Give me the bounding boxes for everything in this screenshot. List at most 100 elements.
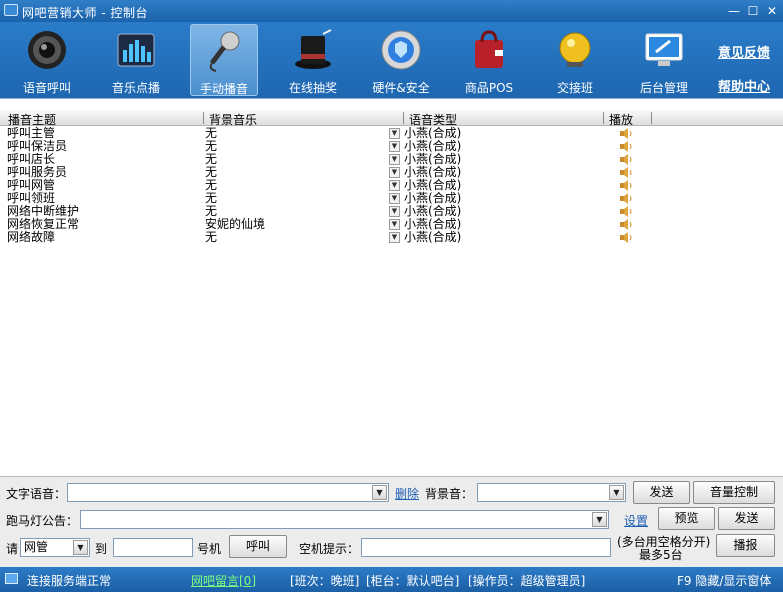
help-center-link[interactable]: 帮助中心 — [718, 76, 770, 95]
table-row[interactable]: 呼叫保洁员无 ▼ 小燕(合成) — [0, 140, 783, 153]
shield-icon — [381, 30, 421, 70]
role-select[interactable]: 网管 ▼ — [20, 538, 90, 557]
maximize-button[interactable]: ☐ — [745, 3, 761, 19]
column-divider[interactable] — [603, 112, 604, 124]
table-row[interactable]: 网络中断维护无 ▼ 小燕(合成) — [0, 205, 783, 218]
feedback-link[interactable]: 意见反馈 — [718, 42, 770, 61]
music-icon — [117, 33, 155, 67]
toolbar-goods-pos-label: 商品POS — [464, 81, 514, 95]
play-speaker-icon[interactable] — [620, 154, 634, 165]
marquee-input[interactable]: ▼ — [80, 510, 609, 529]
broadcast-button[interactable]: 播报 — [716, 534, 775, 557]
toolbar-online-lottery-label: 在线抽奖 — [288, 81, 337, 95]
column-divider[interactable] — [651, 112, 652, 124]
speaker-icon — [28, 31, 66, 69]
broadcast-table: 播音主题 背景音乐 语音类型 播放 呼叫主管无 ▼ 小燕(合成) 呼叫保洁员无 ▼ 小燕(… — [0, 98, 783, 476]
toolbar-voice-call-label: 语音呼叫 — [22, 81, 71, 95]
toolbar-hardware-security-label: 硬件&安全 — [372, 81, 430, 95]
table-row[interactable]: 呼叫店长无 ▼ 小燕(合成) — [0, 153, 783, 166]
chevron-down-icon[interactable]: ▼ — [609, 485, 624, 500]
play-speaker-icon[interactable] — [620, 206, 634, 217]
table-row[interactable]: 呼叫领班无 ▼ 小燕(合成) — [0, 192, 783, 205]
toolbar-admin-label: 后台管理 — [639, 81, 688, 95]
please-label: 请 — [6, 542, 19, 556]
voice-type-dropdown-icon[interactable]: ▼ — [389, 232, 400, 243]
column-divider[interactable] — [403, 112, 404, 124]
bg-music-label: 背景音： — [425, 487, 474, 501]
minimize-button[interactable]: — — [726, 3, 742, 19]
hint-max-machines: 最多5台 — [639, 548, 683, 562]
voice-type-dropdown-icon[interactable]: ▼ — [389, 154, 400, 165]
toolbar-music-request[interactable]: 音乐点播 — [101, 24, 171, 96]
play-speaker-icon[interactable] — [620, 193, 634, 204]
volume-control-button[interactable]: 音量控制 — [693, 481, 775, 504]
marquee-settings-link[interactable]: 设置 — [624, 512, 648, 529]
row-music: 无 — [205, 230, 218, 244]
play-speaker-icon[interactable] — [620, 180, 634, 191]
preview-button[interactable]: 预览 — [658, 507, 715, 530]
table-row[interactable]: 呼叫服务员无 ▼ 小燕(合成) — [0, 166, 783, 179]
control-panel: 文字语音： ▼ 删除 背景音： ▼ 发送 音量控制 跑马灯公告： ▼ 设置 预览… — [0, 476, 783, 567]
voice-type-dropdown-icon[interactable]: ▼ — [389, 193, 400, 204]
row-voice-type: 小燕(合成) — [404, 230, 462, 244]
microphone-icon — [209, 31, 240, 72]
play-speaker-icon[interactable] — [620, 128, 634, 139]
toolbar-manual-broadcast[interactable]: 手动播音 — [190, 24, 258, 96]
voice-type-dropdown-icon[interactable]: ▼ — [389, 141, 400, 152]
header-play: 播放 — [609, 113, 634, 127]
toggle-window-hint: F9 隐藏/显示窗体 — [677, 574, 772, 588]
chevron-down-icon[interactable]: ▼ — [592, 512, 607, 527]
table-row[interactable]: 网络故障 无 ▼ 小燕(合成) — [0, 231, 783, 244]
toolbar-voice-call[interactable]: 语音呼叫 — [12, 24, 82, 96]
voice-type-dropdown-icon[interactable]: ▼ — [389, 128, 400, 139]
play-speaker-icon[interactable] — [620, 232, 634, 243]
magic-hat-icon — [295, 29, 332, 69]
counter-info: [柜台：默认吧台] — [366, 574, 460, 588]
column-divider[interactable] — [203, 112, 204, 124]
row-topic: 网络故障 — [7, 230, 56, 244]
cafe-message-link[interactable]: 网吧留言[0] — [191, 572, 256, 589]
toolbar-online-lottery[interactable]: 在线抽奖 — [278, 24, 348, 96]
toolbar-shift-handover[interactable]: 交接班 — [542, 24, 608, 96]
play-speaker-icon[interactable] — [620, 141, 634, 152]
text-voice-label: 文字语音： — [6, 487, 67, 501]
shift-info: [班次：晚班] — [290, 574, 360, 588]
call-button[interactable]: 呼叫 — [229, 535, 287, 558]
voice-type-dropdown-icon[interactable]: ▼ — [389, 206, 400, 217]
table-header: 播音主题 背景音乐 语音类型 播放 — [0, 110, 783, 127]
voice-type-dropdown-icon[interactable]: ▼ — [389, 180, 400, 191]
title-bar: 网吧营销大师 - 控制台 — ☐ ✕ — [0, 0, 783, 22]
send-marquee-button[interactable]: 发送 — [718, 507, 775, 530]
toolbar-admin[interactable]: 后台管理 — [630, 24, 698, 96]
bg-music-select[interactable]: ▼ — [477, 483, 626, 502]
idle-hint-input[interactable] — [361, 538, 611, 557]
table-row[interactable]: 呼叫主管无 ▼ 小燕(合成) — [0, 127, 783, 140]
toolbar-hardware-security[interactable]: 硬件&安全 — [364, 24, 438, 96]
bell-icon — [559, 32, 591, 67]
chevron-down-icon[interactable]: ▼ — [372, 485, 387, 500]
monitor-icon — [645, 33, 683, 66]
window-title: 网吧营销大师 - 控制台 — [22, 6, 148, 20]
toolbar-shift-handover-label: 交接班 — [556, 81, 593, 95]
connection-status: 连接服务端正常 — [27, 574, 112, 588]
delete-link[interactable]: 删除 — [395, 485, 419, 502]
play-speaker-icon[interactable] — [620, 167, 634, 178]
status-bar: 连接服务端正常 网吧留言[0] [班次：晚班] [柜台：默认吧台] [操作员：超… — [0, 567, 783, 592]
table-row[interactable]: 呼叫网管无 ▼ 小燕(合成) — [0, 179, 783, 192]
machine-number-input[interactable] — [113, 538, 193, 557]
table-row[interactable]: 网络恢复正常 安妮的仙境 ▼ 小燕(合成) — [0, 218, 783, 231]
close-button[interactable]: ✕ — [764, 3, 780, 19]
voice-type-dropdown-icon[interactable]: ▼ — [389, 219, 400, 230]
console-window: 网吧营销大师 - 控制台 — ☐ ✕ 语音呼叫 音乐点播 手动播音 在线抽奖 硬… — [0, 0, 783, 592]
main-toolbar: 语音呼叫 音乐点播 手动播音 在线抽奖 硬件&安全 商品POS 交接班 后台管理… — [0, 22, 783, 98]
voice-type-dropdown-icon[interactable]: ▼ — [389, 167, 400, 178]
marquee-label: 跑马灯公告： — [6, 514, 79, 528]
connection-icon — [5, 573, 18, 584]
toolbar-goods-pos[interactable]: 商品POS — [456, 24, 522, 96]
send-voice-button[interactable]: 发送 — [633, 481, 690, 504]
toolbar-music-request-label: 音乐点播 — [111, 81, 160, 95]
chevron-down-icon[interactable]: ▼ — [73, 540, 88, 555]
idle-hint-label: 空机提示： — [299, 542, 360, 556]
play-speaker-icon[interactable] — [620, 219, 634, 230]
text-voice-input[interactable]: ▼ — [67, 483, 389, 502]
